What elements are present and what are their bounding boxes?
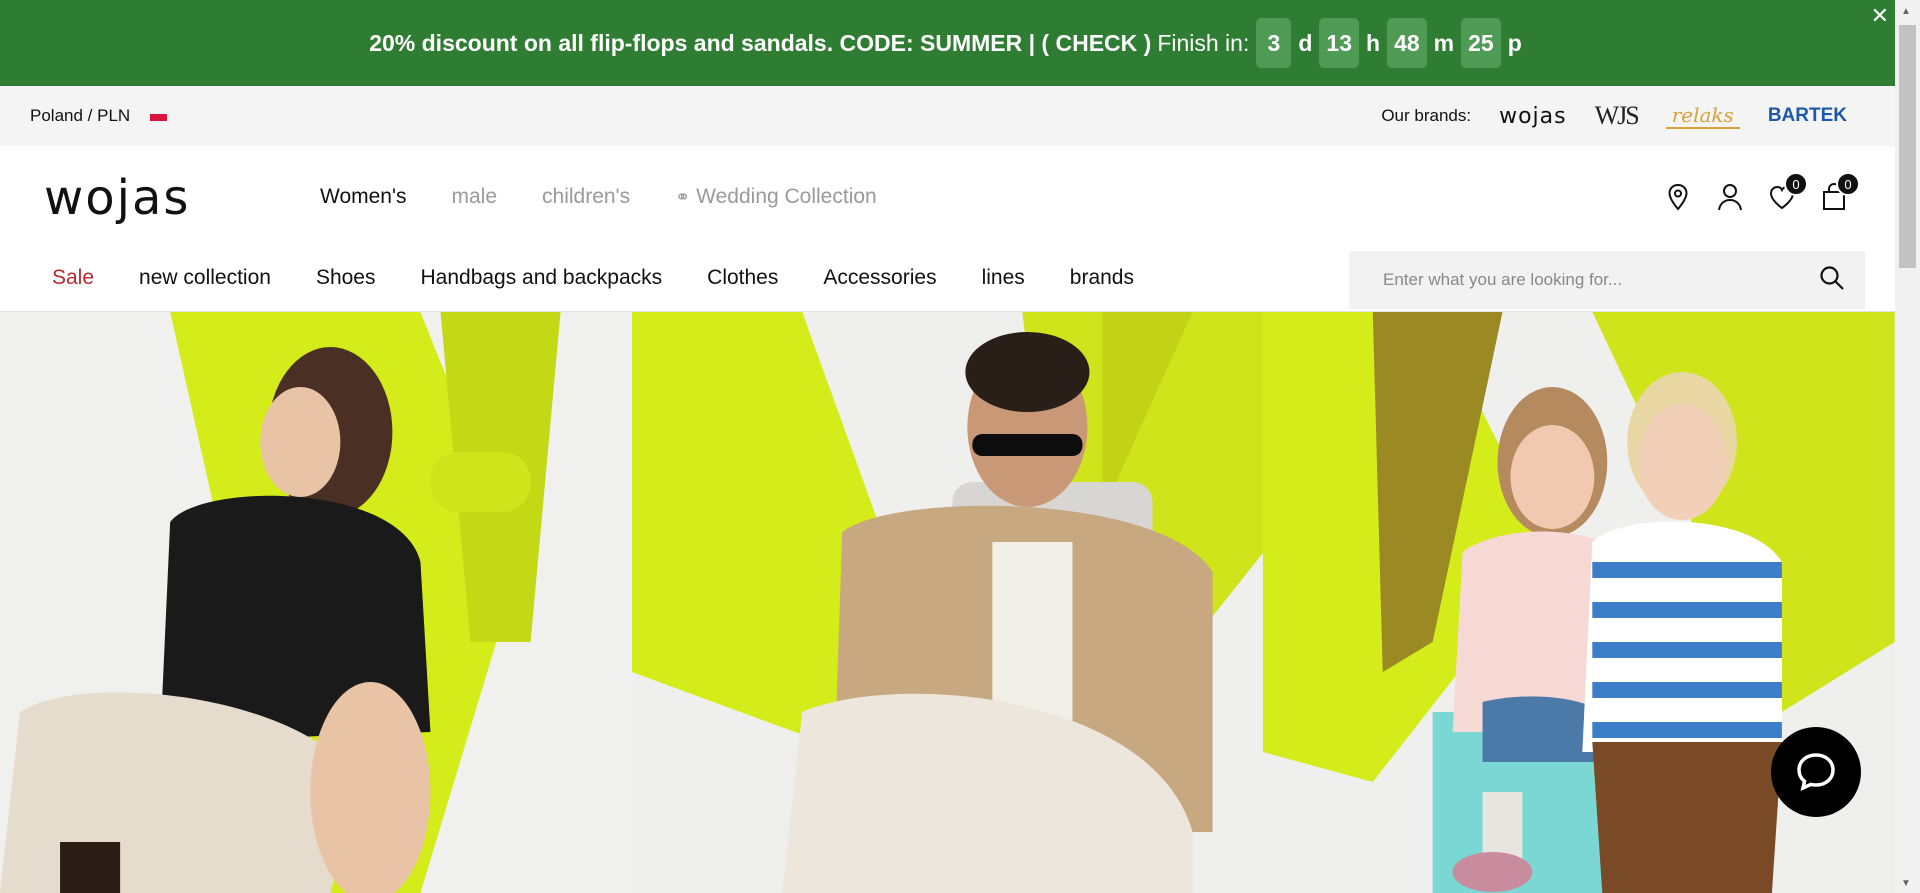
nav-item-sale[interactable]: Sale — [52, 266, 94, 290]
countdown-days: 3 — [1256, 18, 1292, 68]
countdown-seconds-unit: p — [1507, 29, 1522, 56]
wishlist-count-badge: 0 — [1784, 172, 1808, 196]
close-icon[interactable]: ✕ — [1871, 4, 1889, 28]
category-tabs: Women's male children's ⚭ Wedding Collect… — [320, 185, 877, 209]
search-icon[interactable] — [1819, 265, 1845, 296]
countdown-hours-unit: h — [1366, 29, 1381, 56]
countdown-minutes: 48 — [1387, 18, 1427, 68]
brand-wjs-logo[interactable]: WJS — [1595, 101, 1640, 131]
nav-item-brands[interactable]: brands — [1070, 266, 1134, 290]
tab-male[interactable]: male — [451, 185, 497, 209]
nav-item-lines[interactable]: lines — [982, 266, 1025, 290]
nav-item-shoes[interactable]: Shoes — [316, 266, 376, 290]
countdown-days-unit: d — [1298, 29, 1313, 56]
brands-label: Our brands: — [1381, 106, 1472, 125]
wishlist-heart-icon[interactable]: 0 — [1768, 172, 1808, 212]
search-input[interactable] — [1383, 270, 1819, 290]
scroll-up-icon[interactable]: ▲ — [1901, 6, 1911, 17]
brand-bartek-logo[interactable]: BARTEK — [1768, 105, 1847, 127]
chat-button[interactable] — [1771, 727, 1861, 817]
scroll-down-icon[interactable]: ▼ — [1901, 878, 1911, 889]
tab-wedding[interactable]: ⚭ Wedding Collection — [675, 185, 877, 209]
page-scrollbar[interactable]: ▲ ▼ — [1895, 0, 1920, 893]
header-icons: 0 0 — [1664, 172, 1860, 212]
countdown-seconds: 25 — [1461, 18, 1501, 68]
promo-text[interactable]: 20% discount on all flip-flops and sanda… — [369, 30, 1151, 57]
hero-banner — [0, 312, 1895, 893]
countdown-minutes-unit: m — [1433, 29, 1455, 56]
tab-childrens[interactable]: children's — [542, 185, 630, 209]
brand-wojas-logo[interactable]: wojas — [1499, 104, 1567, 129]
site-logo[interactable]: wojas — [44, 170, 190, 226]
nav-item-handbags[interactable]: Handbags and backpacks — [420, 266, 662, 290]
tab-wedding-label: Wedding Collection — [696, 185, 877, 208]
scrollbar-thumb[interactable] — [1899, 25, 1916, 268]
brands-list: Our brands: wojas WJS relaks BARTEK — [1381, 101, 1865, 131]
location-pin-icon[interactable] — [1664, 182, 1692, 212]
countdown-label: Finish in: — [1157, 29, 1250, 56]
nav-item-accessories[interactable]: Accessories — [823, 266, 936, 290]
ring-icon: ⚭ — [675, 187, 691, 207]
search-bar — [1349, 251, 1865, 309]
region-selector[interactable]: Poland / PLN — [30, 106, 130, 126]
cart-count-badge: 0 — [1836, 172, 1860, 196]
poland-flag-icon[interactable] — [150, 113, 168, 121]
chat-bubble-icon — [1797, 753, 1835, 792]
utility-bar: Poland / PLN Our brands: wojas WJS relak… — [0, 86, 1895, 146]
nav-item-new-collection[interactable]: new collection — [139, 266, 271, 290]
main-nav: Sale new collection Shoes Handbags and b… — [52, 266, 1134, 290]
hero-tile-women[interactable] — [0, 312, 632, 893]
hero-tile-men[interactable] — [631, 312, 1264, 893]
nav-item-clothes[interactable]: Clothes — [707, 266, 778, 290]
cart-bag-icon[interactable]: 0 — [1820, 172, 1860, 212]
promo-banner: 20% discount on all flip-flops and sanda… — [0, 0, 1895, 86]
brand-relaks-logo[interactable]: relaks — [1665, 103, 1740, 129]
countdown-hours: 13 — [1319, 18, 1360, 68]
user-icon[interactable] — [1716, 182, 1744, 212]
tab-womens[interactable]: Women's — [320, 185, 406, 209]
